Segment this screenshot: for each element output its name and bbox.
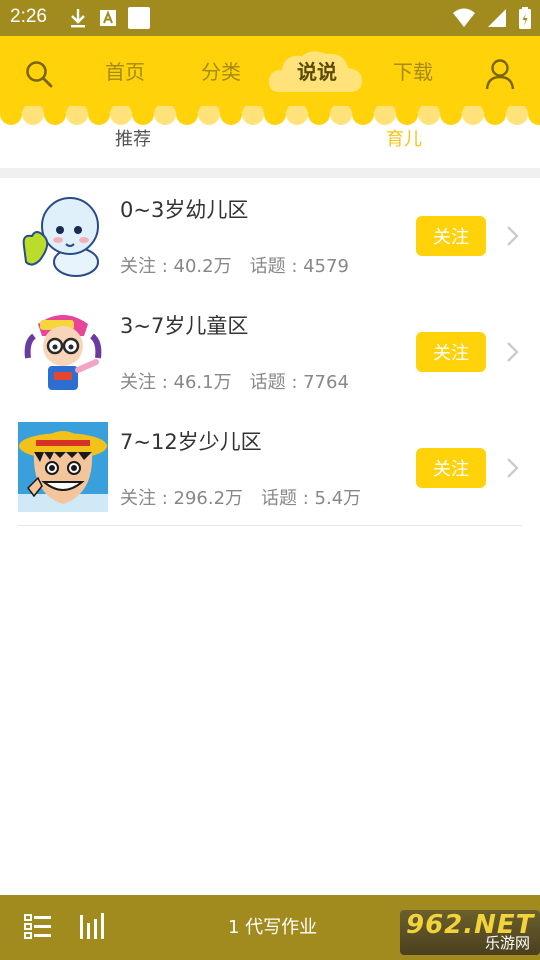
user-button[interactable] [482,56,518,92]
bottom-title: 1 代写作业 [228,917,318,938]
battery-icon [519,7,531,29]
item-stats: 关注 : 40.2万 话题 : 4579 [120,252,367,278]
site-watermark: 962.NET 乐游网 [400,910,540,955]
baby-cartoon-image [18,190,108,280]
wifi-icon [453,8,475,27]
chevron-right-icon[interactable] [500,340,524,364]
list-item[interactable]: 3~7岁儿童区 关注 : 46.1万 话题 : 7764 关注 [0,294,540,410]
tab-category[interactable]: 分类 [181,57,261,87]
white-square-icon [128,7,150,29]
topic-count: 话题 : 4579 [249,256,349,277]
main-nav: 首页 分类 说说 下载 [0,36,540,112]
system-icons [452,6,532,30]
topic-count: 话题 : 5.4万 [261,488,362,509]
topic-count: 话题 : 7764 [249,372,349,393]
subtab-parenting[interactable]: 育儿 [386,126,422,154]
follow-button[interactable]: 关注 [416,216,486,256]
user-icon [485,59,515,90]
bottom-bar: 1 代写作业 962.NET 乐游网 [0,895,540,960]
arale-cartoon-image [18,306,108,396]
tab-download[interactable]: 下载 [373,57,453,87]
watermark-sub-text: 乐游网 [484,934,530,952]
chevron-right-icon[interactable] [500,456,524,480]
baby-avatar [18,190,108,280]
status-time: 2:26 [10,6,47,27]
subtab-recommend[interactable]: 推荐 [115,126,151,154]
girl-avatar [18,306,108,396]
item-title: 0~3岁幼儿区 [120,198,249,222]
boy-avatar [18,422,108,512]
follow-count: 关注 : 40.2万 [120,256,232,277]
list-item[interactable]: 7~12岁少儿区 关注 : 296.2万 话题 : 5.4万 关注 [0,410,540,526]
forum-list: 0~3岁幼儿区 关注 : 40.2万 话题 : 4579 关注 3~7岁儿童区 … [0,178,540,526]
item-stats: 关注 : 46.1万 话题 : 7764 [120,368,367,394]
a-notification-icon [100,10,116,26]
cell-signal-icon [488,9,506,27]
tab-home[interactable]: 首页 [85,57,165,87]
item-title: 7~12岁少儿区 [120,430,262,454]
item-stats: 关注 : 296.2万 话题 : 5.4万 [120,484,379,510]
section-divider [0,168,540,178]
tab-posts[interactable]: 说说 [277,57,357,87]
item-title: 3~7岁儿童区 [120,314,249,338]
follow-count: 关注 : 46.1万 [120,372,232,393]
sub-tabs: 推荐 育儿 [0,122,540,170]
app-header: 首页 分类 说说 下载 [0,36,540,112]
chevron-right-icon[interactable] [500,224,524,248]
download-icon [71,9,85,28]
bars-icon[interactable] [77,911,107,941]
status-bar: 2:26 [0,0,540,36]
list-icon[interactable] [23,911,53,941]
follow-count: 关注 : 296.2万 [120,488,244,509]
list-item[interactable]: 0~3岁幼儿区 关注 : 40.2万 话题 : 4579 关注 [0,178,540,294]
follow-button[interactable]: 关注 [416,448,486,488]
luffy-cartoon-image [18,422,108,512]
list-divider [18,525,522,526]
notification-icons [68,6,150,30]
follow-button[interactable]: 关注 [416,332,486,372]
